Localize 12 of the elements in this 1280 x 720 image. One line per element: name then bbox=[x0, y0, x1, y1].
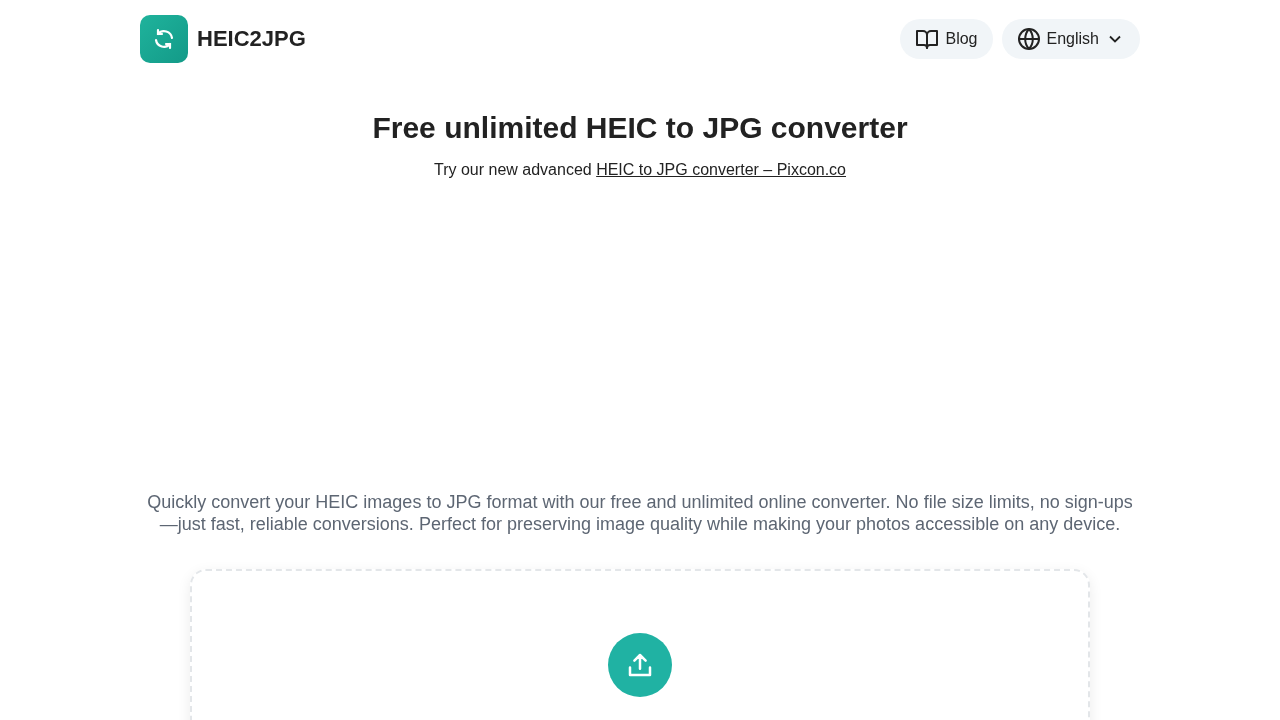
upload-dropzone[interactable] bbox=[190, 569, 1090, 720]
promo-text: Try our new advanced HEIC to JPG converter – Pixcon.co bbox=[433, 161, 847, 179]
language-dropdown[interactable]: English bbox=[1001, 19, 1140, 59]
globe-icon bbox=[1016, 27, 1041, 51]
refresh-icon bbox=[140, 15, 188, 63]
book-icon bbox=[915, 27, 940, 51]
description-text: Quickly convert your HEIC images to JPG format with our free and unlimited online converter. No file size limits, no sign-ups—just fast, reliable conversions. Perfect for preserving image quality while making your photos accessible on any device. bbox=[146, 491, 1134, 535]
logo-text: HEIC2JPG bbox=[197, 26, 306, 52]
logo-link[interactable]: HEIC2JPG bbox=[140, 15, 306, 63]
pixcon-link[interactable]: HEIC to JPG converter – Pixcon.co bbox=[596, 161, 846, 178]
blog-link[interactable]: Blog bbox=[900, 19, 993, 59]
page-title: Free unlimited HEIC to JPG converter bbox=[371, 110, 909, 146]
